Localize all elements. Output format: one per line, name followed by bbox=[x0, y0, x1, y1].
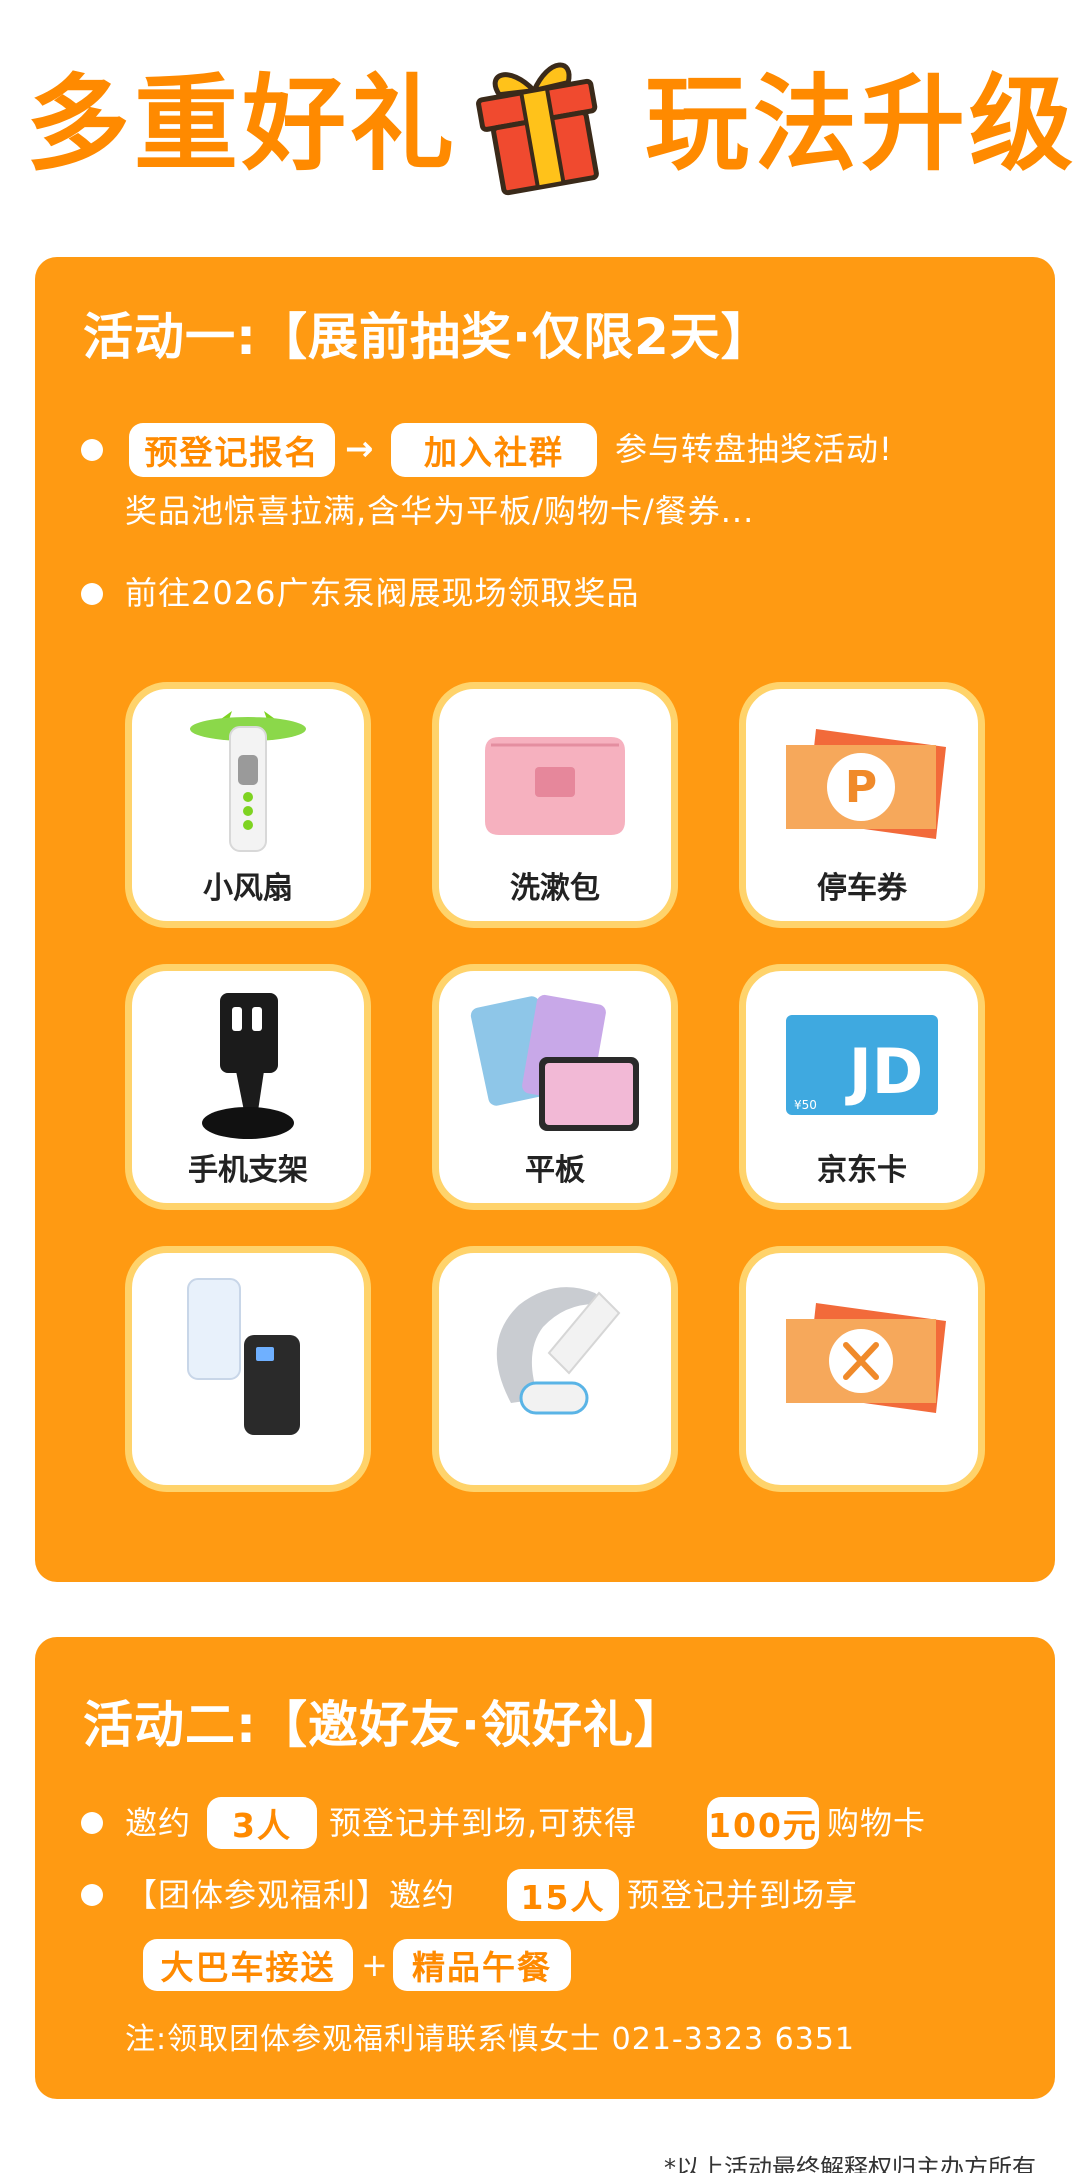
power-bank-icon bbox=[187, 1278, 300, 1435]
activity1-title: 活动一:【展前抽奖·仅限2天】 bbox=[83, 308, 772, 366]
lunch-pill: 精品午餐 bbox=[393, 1939, 571, 1991]
disclaimer: *以上活动最终解释权归主办方所有 bbox=[664, 2154, 1036, 2173]
prize-parking-ticket: P 停车券 bbox=[739, 682, 985, 928]
prize-jd-card: JD ¥50 京东卡 bbox=[739, 964, 985, 1210]
prize-phone-stand: 手机支架 bbox=[125, 964, 371, 1210]
activity2-card: 活动二:【邀好友·领好礼】 邀约 3人 预登记并到场,可获得 100元 购物卡 … bbox=[35, 1637, 1055, 2099]
prize-power-bank bbox=[125, 1246, 371, 1492]
invite-mid-text: 预登记并到场,可获得 bbox=[329, 1804, 638, 1842]
reward-suffix: 购物卡 bbox=[827, 1804, 927, 1842]
lottery-text: 参与转盘抽奖活动! bbox=[615, 430, 893, 468]
tablet-icon bbox=[470, 994, 639, 1131]
svg-text:¥50: ¥50 bbox=[794, 1098, 817, 1112]
prize-meal-ticket bbox=[739, 1246, 985, 1492]
parking-ticket-icon: P bbox=[786, 729, 946, 839]
meal-ticket-icon bbox=[786, 1303, 946, 1413]
gift-icon bbox=[476, 62, 599, 196]
group-suffix: 预登记并到场享 bbox=[627, 1876, 859, 1914]
join-group-pill[interactable]: 加入社群 bbox=[391, 423, 597, 477]
prize-label: 小风扇 bbox=[203, 871, 293, 906]
plus-sign: + bbox=[361, 1946, 389, 1984]
prize-mini-fan: 小风扇 bbox=[125, 682, 371, 928]
register-pill[interactable]: 预登记报名 bbox=[129, 423, 335, 477]
invite-count-pill: 3人 bbox=[207, 1797, 317, 1849]
header-right-title: 玩法升级 bbox=[645, 63, 1078, 185]
activity1-card: 活动一:【展前抽奖·仅限2天】 预登记报名 → 加入社群 参与转盘抽奖活动! 奖… bbox=[35, 257, 1055, 1582]
group-count-pill: 15人 bbox=[507, 1869, 619, 1921]
mini-fan-icon bbox=[190, 711, 306, 852]
prize-toiletry-bag: 洗漱包 bbox=[432, 682, 678, 928]
prize-label: 手机支架 bbox=[188, 1153, 308, 1188]
svg-text:JD: JD bbox=[845, 1035, 924, 1108]
prize-label: 停车券 bbox=[817, 871, 907, 906]
prize-neck-massager bbox=[432, 1246, 678, 1492]
venue-text: 前往2026广东泵阀展现场领取奖品 bbox=[125, 574, 640, 612]
header-left-title: 多重好礼 bbox=[26, 63, 459, 185]
group-prefix: 【团体参观福利】邀约 bbox=[125, 1876, 456, 1914]
phone-stand-icon bbox=[202, 993, 294, 1139]
prize-label: 洗漱包 bbox=[510, 871, 600, 906]
bullet-dot bbox=[81, 1812, 103, 1834]
jd-card-icon: JD ¥50 bbox=[786, 1015, 938, 1115]
contact-note: 注:领取团体参观福利请联系慎女士 021-3323 6351 bbox=[125, 2022, 855, 2057]
svg-text:P: P bbox=[845, 762, 877, 813]
neck-massager-icon bbox=[496, 1287, 621, 1415]
prize-label: 平板 bbox=[525, 1153, 585, 1188]
header: 多重好礼 玩法升级 bbox=[0, 50, 1080, 210]
bullet-dot bbox=[81, 1884, 103, 1906]
prize-pool-text: 奖品池惊喜拉满,含华为平板/购物卡/餐券... bbox=[125, 492, 755, 530]
bullet-dot bbox=[81, 583, 103, 605]
arrow-right-icon: → bbox=[345, 429, 374, 469]
activity2-title: 活动二:【邀好友·领好礼】 bbox=[83, 1696, 685, 1754]
invite-prefix: 邀约 bbox=[125, 1804, 192, 1842]
bullet-dot bbox=[81, 439, 103, 461]
prize-label: 京东卡 bbox=[817, 1153, 907, 1188]
reward-pill: 100元 bbox=[707, 1797, 819, 1849]
bus-pill: 大巴车接送 bbox=[143, 1939, 353, 1991]
toiletry-bag-icon bbox=[485, 737, 625, 835]
prize-tablet: 平板 bbox=[432, 964, 678, 1210]
